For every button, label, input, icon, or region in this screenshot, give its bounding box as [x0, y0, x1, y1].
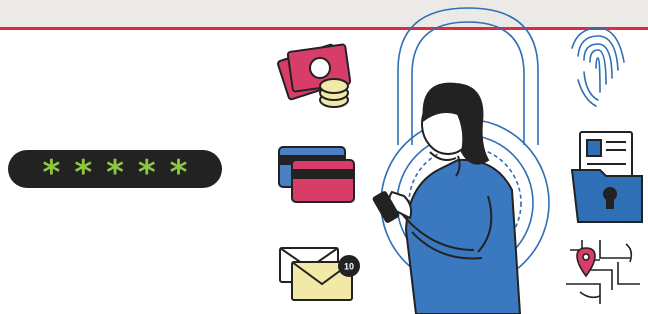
- credit-cards-icon: [278, 146, 355, 203]
- password-masked-value: *****: [42, 153, 202, 193]
- notification-badge-count: 10: [344, 262, 354, 272]
- money-coins-icon: [277, 43, 352, 108]
- woman-with-phone-illustration: [372, 82, 522, 314]
- fingerprint-icon: [571, 27, 625, 107]
- map-location-icon: [566, 240, 640, 304]
- id-folder-lock-icon: [570, 131, 643, 223]
- password-field: *****: [8, 150, 222, 192]
- mail-notification-icon: [279, 247, 360, 301]
